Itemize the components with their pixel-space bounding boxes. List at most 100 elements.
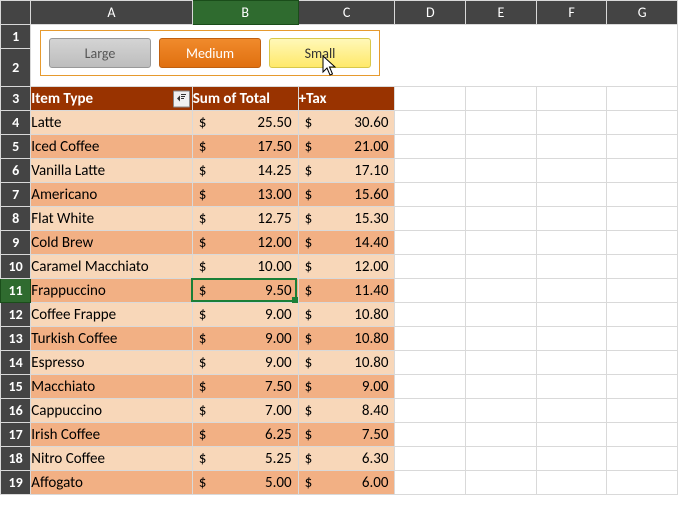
cell[interactable] [536, 231, 607, 255]
tax-cell[interactable]: $14.40 [298, 231, 395, 255]
sum-total-cell[interactable]: $12.00 [192, 231, 298, 255]
cell[interactable] [466, 375, 537, 399]
col-header-D[interactable]: D [395, 1, 466, 25]
row-header-1[interactable]: 1 [1, 25, 31, 49]
sum-total-cell[interactable]: $14.25 [192, 159, 298, 183]
cell[interactable] [536, 471, 607, 495]
row-header-15[interactable]: 15 [1, 375, 31, 399]
sum-total-cell[interactable]: $12.75 [192, 207, 298, 231]
slicer-panel[interactable]: Large Medium Small [40, 30, 380, 76]
cell[interactable] [607, 159, 678, 183]
cell[interactable] [466, 423, 537, 447]
cell[interactable] [607, 375, 678, 399]
item-name-cell[interactable]: Latte [31, 111, 192, 135]
cell[interactable] [607, 423, 678, 447]
tax-cell[interactable]: $7.50 [298, 423, 395, 447]
item-name-cell[interactable]: Cold Brew [31, 231, 192, 255]
cell[interactable] [395, 111, 466, 135]
cell[interactable] [607, 111, 678, 135]
cell[interactable] [395, 447, 466, 471]
row-header-7[interactable]: 7 [1, 183, 31, 207]
tax-cell[interactable]: $10.80 [298, 327, 395, 351]
cell[interactable] [607, 471, 678, 495]
cell[interactable] [536, 135, 607, 159]
cell[interactable] [607, 207, 678, 231]
tax-cell[interactable]: $10.80 [298, 351, 395, 375]
cell[interactable] [536, 111, 607, 135]
tax-cell[interactable]: $10.80 [298, 303, 395, 327]
sum-total-cell[interactable]: $10.00 [192, 255, 298, 279]
select-all-corner[interactable] [1, 1, 31, 25]
sum-total-cell[interactable]: $9.50 [192, 279, 298, 303]
row-header-8[interactable]: 8 [1, 207, 31, 231]
cell[interactable] [466, 87, 537, 111]
tax-cell[interactable]: $11.40 [298, 279, 395, 303]
tax-cell[interactable]: $8.40 [298, 399, 395, 423]
row-header-3[interactable]: 3 [1, 87, 31, 111]
cell[interactable] [466, 303, 537, 327]
cell[interactable] [536, 447, 607, 471]
item-name-cell[interactable]: Affogato [31, 471, 192, 495]
tax-cell[interactable]: $17.10 [298, 159, 395, 183]
sum-total-cell[interactable]: $5.25 [192, 447, 298, 471]
tax-cell[interactable]: $15.60 [298, 183, 395, 207]
tax-cell[interactable]: $21.00 [298, 135, 395, 159]
row-header-5[interactable]: 5 [1, 135, 31, 159]
cell[interactable] [466, 231, 537, 255]
cell[interactable] [607, 327, 678, 351]
col-header-C[interactable]: C [298, 1, 395, 25]
item-name-cell[interactable]: Vanilla Latte [31, 159, 192, 183]
cell[interactable] [395, 351, 466, 375]
cell[interactable] [607, 135, 678, 159]
row-header-9[interactable]: 9 [1, 231, 31, 255]
cell[interactable] [607, 279, 678, 303]
pivot-header-item-type[interactable]: Item Type [31, 87, 192, 111]
cell[interactable] [395, 159, 466, 183]
cell[interactable] [395, 87, 466, 111]
item-name-cell[interactable]: Iced Coffee [31, 135, 192, 159]
tax-cell[interactable]: $30.60 [298, 111, 395, 135]
sum-total-cell[interactable]: $13.00 [192, 183, 298, 207]
sum-total-cell[interactable]: $9.00 [192, 351, 298, 375]
slicer-button-medium[interactable]: Medium [159, 38, 261, 68]
cell[interactable] [536, 303, 607, 327]
item-name-cell[interactable]: Americano [31, 183, 192, 207]
cell[interactable] [466, 447, 537, 471]
cell[interactable] [466, 471, 537, 495]
row-header-4[interactable]: 4 [1, 111, 31, 135]
row-header-12[interactable]: 12 [1, 303, 31, 327]
cell[interactable] [607, 183, 678, 207]
row-header-6[interactable]: 6 [1, 159, 31, 183]
cell[interactable] [395, 423, 466, 447]
sum-total-cell[interactable]: $5.00 [192, 471, 298, 495]
slicer-button-small[interactable]: Small [269, 38, 371, 68]
sum-total-cell[interactable]: $9.00 [192, 303, 298, 327]
cell[interactable] [536, 207, 607, 231]
cell[interactable] [466, 279, 537, 303]
sum-total-cell[interactable]: $7.00 [192, 399, 298, 423]
sum-total-cell[interactable]: $25.50 [192, 111, 298, 135]
col-header-A[interactable]: A [31, 1, 192, 25]
cell[interactable] [395, 183, 466, 207]
tax-cell[interactable]: $12.00 [298, 255, 395, 279]
cell[interactable] [395, 399, 466, 423]
cell[interactable] [466, 159, 537, 183]
item-name-cell[interactable]: Coffee Frappe [31, 303, 192, 327]
cell[interactable] [536, 327, 607, 351]
item-name-cell[interactable]: Nitro Coffee [31, 447, 192, 471]
cell[interactable] [536, 159, 607, 183]
row-header-13[interactable]: 13 [1, 327, 31, 351]
row-header-2[interactable]: 2 [1, 49, 31, 87]
cell[interactable] [395, 207, 466, 231]
cell[interactable] [466, 111, 537, 135]
col-header-G[interactable]: G [607, 1, 678, 25]
cell[interactable] [607, 399, 678, 423]
sum-total-cell[interactable]: $17.50 [192, 135, 298, 159]
item-name-cell[interactable]: Macchiato [31, 375, 192, 399]
cell[interactable] [466, 399, 537, 423]
cell[interactable] [395, 231, 466, 255]
cell[interactable] [607, 255, 678, 279]
cell[interactable] [466, 183, 537, 207]
row-header-19[interactable]: 19 [1, 471, 31, 495]
cell[interactable] [395, 303, 466, 327]
